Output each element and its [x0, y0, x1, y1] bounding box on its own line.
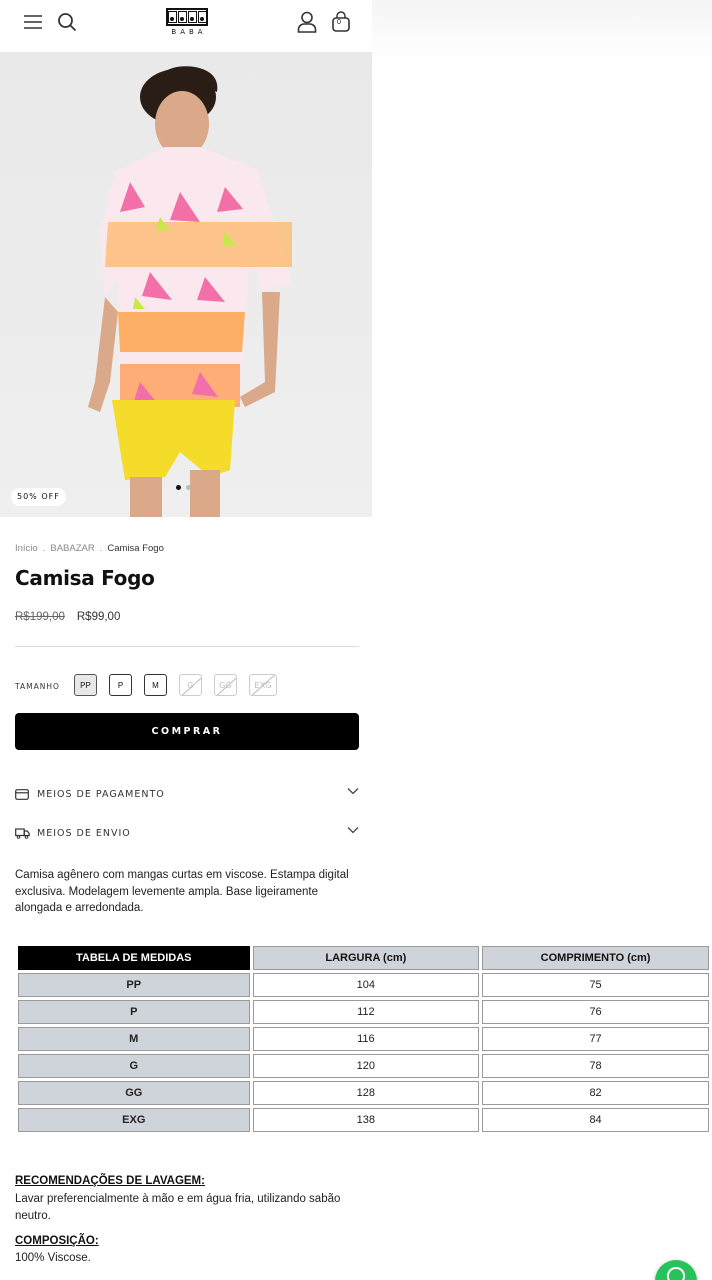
table-cell: M	[18, 1027, 250, 1051]
brand-logo-text: BABA	[171, 28, 207, 36]
carousel-dot[interactable]	[186, 485, 191, 490]
chevron-down-icon	[347, 826, 359, 837]
table-cell: 112	[252, 1000, 480, 1024]
table-cell: 138	[252, 1108, 480, 1132]
price-row: R$199,00 R$99,00	[15, 611, 120, 623]
table-cell: 77	[482, 1027, 709, 1051]
size-option-p[interactable]: P	[109, 674, 132, 696]
shipping-methods-label: MEIOS DE ENVIO	[37, 827, 131, 839]
table-cell: 75	[482, 973, 709, 997]
table-header: LARGURA (cm)	[252, 946, 480, 970]
table-cell: 104	[252, 973, 480, 997]
cart-icon[interactable]: 0	[330, 10, 352, 34]
chevron-down-icon	[347, 787, 359, 798]
breadcrumb-current: Camisa Fogo	[107, 543, 164, 554]
composition-title: COMPOSIÇÃO:	[15, 1235, 99, 1247]
product-description: Camisa agênero com mangas curtas em visc…	[15, 869, 349, 914]
whatsapp-chat-button[interactable]	[655, 1260, 697, 1280]
size-label: TAMANHO	[15, 682, 60, 691]
table-cell: 78	[482, 1054, 709, 1078]
size-chart-table: TABELA DE MEDIDAS LARGURA (cm) COMPRIMEN…	[15, 943, 712, 1135]
cart-count: 0	[337, 19, 341, 26]
size-option-g[interactable]: G	[179, 674, 202, 696]
size-option-pp[interactable]: PP	[74, 674, 97, 696]
breadcrumb-home[interactable]: Início	[15, 543, 38, 554]
table-row: GG 128 82	[18, 1081, 709, 1105]
composition-text: 100% Viscose.	[15, 1252, 91, 1264]
table-cell: P	[18, 1000, 250, 1024]
table-row: PP 104 75	[18, 973, 709, 997]
shipping-methods-accordion[interactable]: MEIOS DE ENVIO	[15, 823, 359, 843]
table-cell: 84	[482, 1108, 709, 1132]
payment-methods-accordion[interactable]: MEIOS DE PAGAMENTO	[15, 784, 359, 804]
payment-methods-label: MEIOS DE PAGAMENTO	[37, 788, 165, 800]
size-option-exg[interactable]: EXG	[249, 674, 277, 696]
product-photo	[88, 66, 292, 517]
buy-button[interactable]: COMPRAR	[15, 713, 359, 750]
credit-card-icon	[15, 788, 31, 800]
table-header: TABELA DE MEDIDAS	[18, 946, 250, 970]
table-row: G 120 78	[18, 1054, 709, 1078]
wash-recommendations-text: Lavar preferencialmente à mão e em água …	[15, 1193, 341, 1222]
breadcrumb: Início. BABAZAR. Camisa Fogo	[15, 543, 164, 554]
table-row: M 116 77	[18, 1027, 709, 1051]
table-header: COMPRIMENTO (cm)	[482, 946, 709, 970]
table-cell: PP	[18, 973, 250, 997]
size-option-m[interactable]: M	[144, 674, 167, 696]
product-title: Camisa Fogo	[15, 566, 155, 590]
carousel-dots[interactable]	[176, 485, 191, 490]
menu-icon[interactable]	[22, 12, 44, 32]
whatsapp-icon	[666, 1266, 686, 1280]
current-price: R$99,00	[76, 611, 121, 623]
wash-recommendations-title: RECOMENDAÇÕES DE LAVAGEM:	[15, 1175, 205, 1187]
brand-logo[interactable]: BABA	[166, 8, 208, 38]
discount-badge: 50% OFF	[11, 488, 66, 506]
table-cell: EXG	[18, 1108, 250, 1132]
table-cell: G	[18, 1054, 250, 1078]
product-image[interactable]: 50% OFF	[0, 52, 372, 517]
table-cell: 116	[252, 1027, 480, 1051]
size-selector: PP P M G GG EXG	[74, 674, 277, 696]
table-header-row: TABELA DE MEDIDAS LARGURA (cm) COMPRIMEN…	[18, 946, 709, 970]
header-backdrop	[372, 0, 712, 60]
carousel-dot[interactable]	[176, 485, 181, 490]
table-cell: 76	[482, 1000, 709, 1024]
old-price: R$199,00	[15, 611, 65, 623]
account-icon[interactable]	[296, 10, 318, 34]
divider	[15, 646, 359, 647]
table-row: EXG 138 84	[18, 1108, 709, 1132]
truck-icon	[15, 827, 31, 839]
table-row: P 112 76	[18, 1000, 709, 1024]
size-option-gg[interactable]: GG	[214, 674, 237, 696]
table-cell: 120	[252, 1054, 480, 1078]
table-cell: 128	[252, 1081, 480, 1105]
table-cell: 82	[482, 1081, 709, 1105]
search-icon[interactable]	[56, 11, 78, 33]
breadcrumb-category[interactable]: BABAZAR	[50, 543, 94, 554]
table-cell: GG	[18, 1081, 250, 1105]
